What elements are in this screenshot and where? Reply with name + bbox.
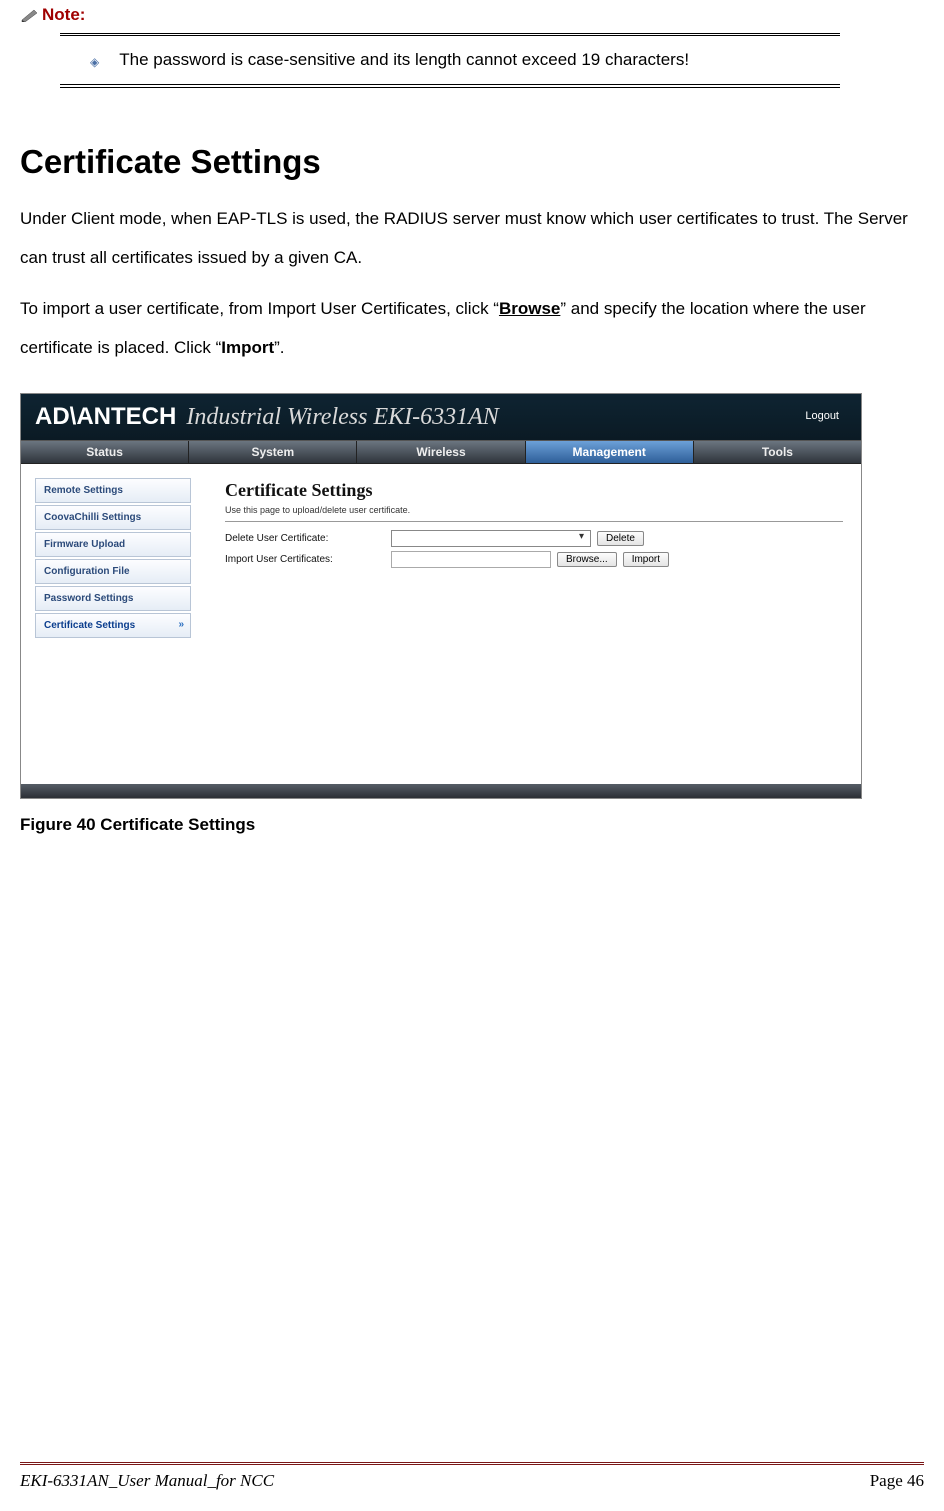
browse-button[interactable]: Browse...	[557, 552, 617, 567]
note-label: Note:	[42, 5, 85, 25]
content-title: Certificate Settings	[225, 480, 843, 501]
logout-link[interactable]: Logout	[805, 410, 839, 422]
file-input-cert[interactable]	[391, 551, 551, 568]
note-text: The password is case-sensitive and its l…	[119, 50, 689, 70]
content-panel: Certificate Settings Use this page to up…	[207, 464, 861, 784]
delete-button[interactable]: Delete	[597, 531, 644, 546]
sidebar-item-password[interactable]: Password Settings	[35, 586, 191, 611]
product-title: Industrial Wireless EKI-6331AN	[186, 404, 498, 431]
label-delete-cert: Delete User Certificate:	[225, 533, 385, 544]
select-delete-cert[interactable]	[391, 530, 591, 547]
row-delete-cert: Delete User Certificate: Delete	[225, 530, 843, 547]
figure-screenshot: AD\ANTECH Industrial Wireless EKI-6331AN…	[20, 393, 862, 799]
content-subtitle: Use this page to upload/delete user cert…	[225, 505, 843, 522]
nav-tools[interactable]: Tools	[694, 441, 861, 463]
figure-caption: Figure 40 Certificate Settings	[20, 815, 924, 835]
sidebar-item-coova[interactable]: CoovaChilli Settings	[35, 505, 191, 530]
section-heading: Certificate Settings	[20, 143, 924, 181]
sidebar-item-label: Certificate Settings	[44, 620, 135, 631]
p2-bold-browse: Browse	[499, 299, 560, 318]
label-import-cert: Import User Certificates:	[225, 554, 385, 565]
nav-management[interactable]: Management	[526, 441, 694, 463]
shot-header: AD\ANTECH Industrial Wireless EKI-6331AN…	[21, 394, 861, 440]
note-header: Note:	[20, 5, 924, 25]
nav-system[interactable]: System	[189, 441, 357, 463]
paragraph-2: To import a user certificate, from Impor…	[20, 289, 924, 367]
p2-bold-import: Import	[221, 338, 274, 357]
p2-text-c: ”.	[274, 338, 284, 357]
sidebar-item-certificate[interactable]: Certificate Settings »	[35, 613, 191, 638]
row-import-cert: Import User Certificates: Browse... Impo…	[225, 551, 843, 568]
sidebar: Remote Settings CoovaChilli Settings Fir…	[21, 464, 207, 784]
sidebar-item-remote[interactable]: Remote Settings	[35, 478, 191, 503]
note-box: ◈ The password is case-sensitive and its…	[60, 33, 840, 88]
nav-status[interactable]: Status	[21, 441, 189, 463]
footer-page-num: Page 46	[870, 1471, 924, 1491]
footer-doc-title: EKI-6331AN_User Manual_for NCC	[20, 1471, 274, 1491]
logo-text: AD\ANTECH	[35, 403, 176, 431]
sidebar-item-config[interactable]: Configuration File	[35, 559, 191, 584]
bullet-icon: ◈	[90, 55, 99, 69]
pencil-icon	[20, 8, 40, 22]
sidebar-item-firmware[interactable]: Firmware Upload	[35, 532, 191, 557]
p2-text-a: To import a user certificate, from Impor…	[20, 299, 499, 318]
navbar: Status System Wireless Management Tools	[21, 440, 861, 464]
paragraph-1: Under Client mode, when EAP-TLS is used,…	[20, 199, 924, 277]
import-button[interactable]: Import	[623, 552, 669, 567]
shot-footer	[21, 784, 861, 798]
page-footer: EKI-6331AN_User Manual_for NCC Page 46	[20, 1462, 924, 1491]
chevron-right-icon: »	[178, 619, 184, 630]
nav-wireless[interactable]: Wireless	[357, 441, 525, 463]
